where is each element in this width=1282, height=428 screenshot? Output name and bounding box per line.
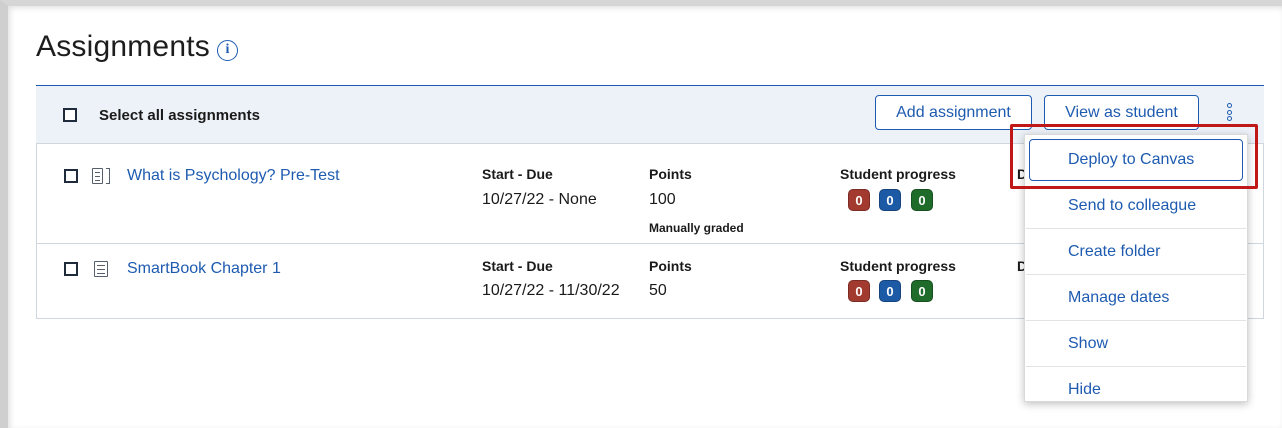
kebab-vertical-icon[interactable] [1224,103,1234,125]
select-all-checkbox[interactable] [63,108,77,122]
start-due-value: 10/27/22 - None [482,191,597,208]
points-heading: Points [649,166,692,182]
progress-badge-red[interactable]: 0 [848,280,870,302]
test-document-icon [92,167,110,184]
info-icon[interactable]: i [217,40,238,61]
progress-badge-green[interactable]: 0 [911,189,933,211]
start-due-heading: Start - Due [482,166,553,182]
select-all-label: Select all assignments [99,107,260,124]
menu-item-create-folder[interactable]: Create folder [1026,229,1246,275]
row-checkbox[interactable] [64,169,78,183]
points-value: 50 [649,282,667,299]
add-assignment-button[interactable]: Add assignment [875,95,1032,130]
progress-badge-red[interactable]: 0 [848,189,870,211]
assignment-title-link[interactable]: What is Psychology? Pre-Test [127,167,340,185]
student-progress-heading: Student progress [840,166,956,182]
menu-item-hide[interactable]: Hide [1026,367,1246,413]
start-due-value: 10/27/22 - 11/30/22 [482,282,620,299]
document-icon [94,261,108,277]
points-heading: Points [649,258,692,274]
assignment-title-link[interactable]: SmartBook Chapter 1 [127,260,281,278]
row-checkbox[interactable] [64,262,78,276]
points-note: Manually graded [649,221,744,235]
menu-item-manage-dates[interactable]: Manage dates [1026,275,1246,321]
more-actions-menu: Deploy to Canvas Send to colleague Creat… [1024,134,1248,402]
student-progress-heading: Student progress [840,258,956,274]
progress-badge-blue[interactable]: 0 [879,280,901,302]
menu-item-send-to-colleague[interactable]: Send to colleague [1026,183,1246,229]
points-value: 100 [649,191,676,208]
menu-item-deploy-to-canvas[interactable]: Deploy to Canvas [1029,139,1243,181]
start-due-heading: Start - Due [482,258,553,274]
progress-badge-green[interactable]: 0 [911,280,933,302]
app-window: Assignments i Select all assignments Add… [0,0,1282,428]
view-as-student-button[interactable]: View as student [1044,95,1199,130]
page-title: Assignments [36,30,210,63]
menu-item-show[interactable]: Show [1026,321,1246,367]
progress-badge-blue[interactable]: 0 [879,189,901,211]
